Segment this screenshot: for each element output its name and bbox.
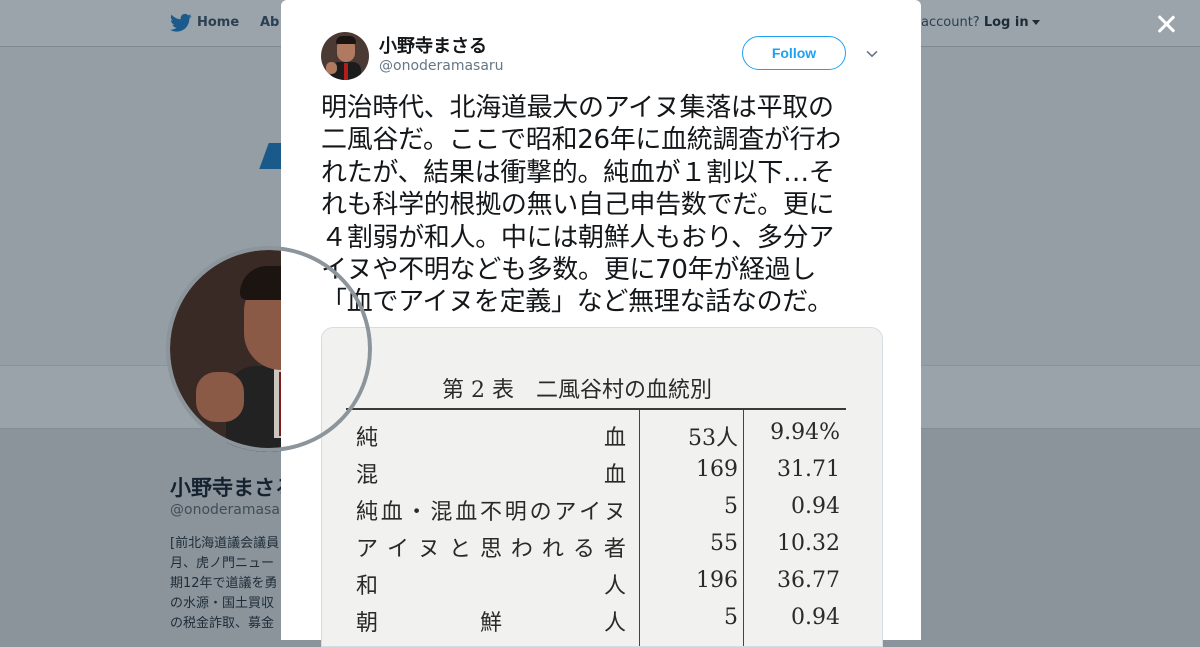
scan-row-label: 純血 <box>356 420 626 452</box>
scan-table-row: 朝 鮮 人 5 0.94 <box>322 605 882 641</box>
scan-row-label-char: 人 <box>603 574 626 599</box>
bio-line: の水源・国土買収 <box>170 596 275 611</box>
scan-row-percent: 0.94 <box>791 494 840 519</box>
bio-line: [前北海道議会議員 <box>170 536 280 551</box>
scan-row-label-char: 者 <box>603 537 626 562</box>
scan-table-row: 混血 169 31.71 <box>322 457 882 493</box>
scan-row-label-char: ア <box>554 500 577 525</box>
scan-row-label-char: 思 <box>479 537 502 562</box>
scan-table-label: 第 2 表 <box>442 378 514 403</box>
scan-table-row: アイヌと思われる者 55 10.32 <box>322 531 882 567</box>
profile-bio: [前北海道議会議員 月、虎ノ門ニュー 期12年で道議を勇 の水源・国土買収 の税… <box>170 534 282 634</box>
tweet-text-line: れも科学的根拠の無い自己申告数でだ。更に <box>321 190 835 221</box>
scan-row-label: アイヌと思われる者 <box>356 531 626 563</box>
scan-row-count: 55 <box>710 531 738 556</box>
account-prompt: account? Log in <box>921 15 1040 30</box>
scan-row-label-char: 和 <box>356 574 379 599</box>
user-avatar[interactable] <box>321 32 369 80</box>
profile-avatar[interactable] <box>166 246 372 452</box>
scan-row-label-char: 純 <box>356 500 379 525</box>
tweet-media-image[interactable]: 第 2 表二風谷村の血統別 純血 53人 9.94% 混血 169 31.71 純血・混血不… <box>321 327 883 647</box>
scan-row-label-char: 血 <box>455 500 478 525</box>
scan-row-label-char: 純 <box>356 426 379 451</box>
scan-row-count: 169 <box>696 457 738 482</box>
bio-line: の税金詐取、募金 <box>170 616 275 631</box>
scan-table-heading: 二風谷村の血統別 <box>535 378 712 403</box>
scan-row-label: 純血・混血不明のアイヌ <box>356 494 626 526</box>
bio-line: 月、虎ノ門ニュー <box>170 556 275 571</box>
tweet-modal: 小野寺まさる @onoderamasaru Follow 明治時代、北海道最大の… <box>281 0 921 647</box>
scan-row-label-char: ヌ <box>603 500 626 525</box>
scan-row-label-char: る <box>572 537 595 562</box>
scan-row-label-char: れ <box>541 537 564 562</box>
scan-row-label-char: 混 <box>430 500 453 525</box>
profile-name: 小野寺まさる <box>170 476 282 500</box>
tweet-text-line: イヌや不明なども多数。更に70年が経過し <box>321 255 817 286</box>
nav-home-link[interactable]: Home <box>197 15 239 30</box>
scan-row-percent: 31.71 <box>777 457 840 482</box>
scan-row-label-char: 血 <box>380 500 403 525</box>
tweet-text-line: 「血でアイヌを定義」など無理な話なのだ。 <box>321 287 833 318</box>
user-display-name[interactable]: 小野寺まさる <box>379 32 487 58</box>
scan-table-row: 純血 53人 9.94% <box>322 420 882 456</box>
scan-table-rule <box>346 408 846 410</box>
scan-row-label: 和人 <box>356 568 626 600</box>
user-screen-name[interactable]: @onoderamasaru <box>379 58 504 74</box>
scan-row-label-char: わ <box>510 537 533 562</box>
scan-row-percent: 10.32 <box>777 531 840 556</box>
scan-row-label-char: イ <box>386 537 409 562</box>
scan-table-title: 第 2 表二風谷村の血統別 <box>442 372 712 404</box>
scan-row-label-char: ア <box>356 537 379 562</box>
tweet-text-line: れたが、結果は衝撃的。純血が１割以下…そ <box>321 157 835 188</box>
tweet-text-line: ４割弱が和人。中には朝鮮人もおり、多分ア <box>321 222 834 253</box>
scan-row-label-char: の <box>529 500 552 525</box>
scan-row-label-char: 不 <box>479 500 502 525</box>
account-prompt-text: account? <box>921 15 980 30</box>
scan-row-percent: 9.94% <box>770 420 840 445</box>
scan-row-label-char: 血 <box>603 463 626 488</box>
tweet-text-line: 明治時代、北海道最大のアイヌ集落は平取の <box>321 93 834 123</box>
bio-line: 期12年で道議を勇 <box>170 576 278 591</box>
profile-handle: @onoderamasaru <box>170 502 282 518</box>
scan-row-percent: 36.77 <box>777 568 840 593</box>
nav-about-link[interactable]: About <box>260 15 280 30</box>
scan-row-label-char: 朝 <box>356 611 379 636</box>
scan-row-label-char: 鮮 <box>479 611 502 636</box>
banner-right-panel <box>920 47 1200 366</box>
scan-row-label: 混血 <box>356 457 626 489</box>
scan-row-count: 5 <box>724 605 738 630</box>
scan-row-label-char: ヌ <box>417 537 440 562</box>
scan-row-label-char: 人 <box>603 611 626 636</box>
scan-row-label-char: 血 <box>603 426 626 451</box>
chevron-down-icon[interactable] <box>866 48 878 60</box>
scan-row-label: 朝鮮人 <box>356 605 626 637</box>
scan-row-label-char: と <box>448 537 471 562</box>
scan-row-label-char: ・ <box>405 500 428 525</box>
scan-row-count: 53人 <box>688 426 738 451</box>
tweet-text: 明治時代、北海道最大のアイヌ集落は平取の 二風谷だ。ここで昭和26年に血統調査が… <box>321 92 883 319</box>
scan-row-percent: 0.94 <box>791 605 840 630</box>
twitter-bird-icon[interactable] <box>170 13 192 33</box>
caret-down-icon[interactable] <box>1031 20 1040 25</box>
scan-table-row: 和人 196 36.77 <box>322 568 882 604</box>
login-link[interactable]: Log in <box>984 15 1029 30</box>
scan-row-label-char: 明 <box>504 500 527 525</box>
tweet-text-line: 二風谷だ。ここで昭和26年に血統調査が行わ <box>321 125 842 156</box>
scan-table-row: 純血・混血不明のアイヌ 5 0.94 <box>322 494 882 530</box>
scan-row-label-char: 混 <box>356 463 379 488</box>
follow-button[interactable]: Follow <box>742 36 846 70</box>
scan-row-label-char: イ <box>579 500 602 525</box>
scan-row-count: 5 <box>724 494 738 519</box>
close-icon[interactable] <box>1154 12 1178 36</box>
scan-row-count: 196 <box>696 568 738 593</box>
